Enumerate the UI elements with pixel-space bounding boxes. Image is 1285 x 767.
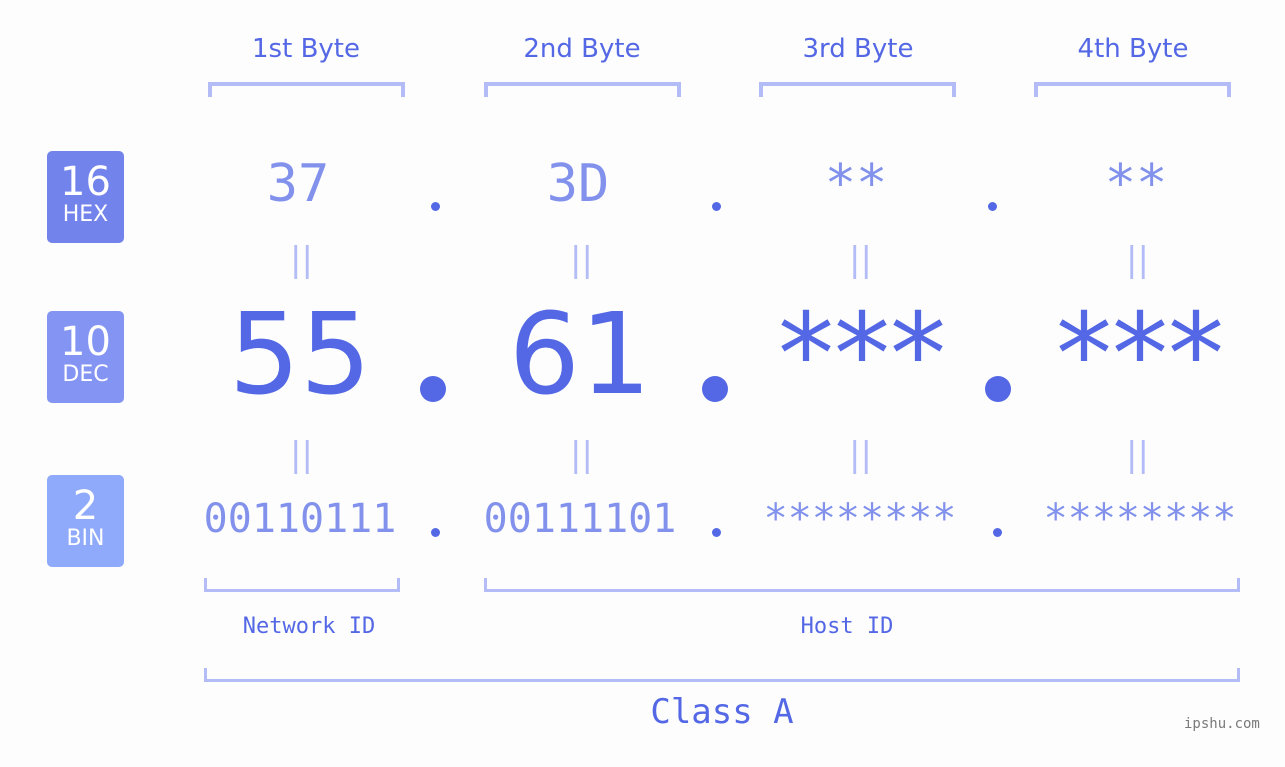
class-label: Class A	[650, 692, 794, 732]
hex-value-1: 37	[266, 154, 330, 214]
dec-badge-number: 10	[60, 319, 111, 365]
watermark: ipshu.com	[1184, 716, 1260, 732]
bin-dot-3	[993, 528, 1002, 537]
hex-badge-label: HEX	[62, 202, 109, 227]
host-id-label: Host ID	[800, 614, 894, 639]
dec-dot-1	[420, 376, 446, 402]
byte-bracket-4	[1034, 82, 1231, 97]
hex-value-3: **	[824, 154, 888, 214]
dec-value-3: ***	[778, 290, 946, 420]
dec-badge: 10 DEC	[47, 311, 124, 403]
bin-value-2: 00111101	[483, 496, 677, 542]
bin-badge-label: BIN	[66, 526, 105, 551]
bin-badge: 2 BIN	[47, 475, 124, 567]
dec-value-4: ***	[1056, 290, 1224, 420]
byte-header-2: 2nd Byte	[523, 34, 641, 64]
bin-value-4: ********	[1043, 496, 1237, 542]
equals-dec-bin-4: ||	[1126, 435, 1149, 475]
dec-value-1: 55	[228, 290, 372, 420]
byte-bracket-1	[208, 82, 405, 97]
network-id-label: Network ID	[242, 614, 376, 639]
byte-bracket-3	[759, 82, 956, 97]
network-id-bracket	[204, 578, 400, 592]
dec-badge-label: DEC	[62, 362, 109, 387]
bin-value-1: 00110111	[203, 496, 397, 542]
hex-badge: 16 HEX	[47, 151, 124, 243]
equals-hex-dec-2: ||	[570, 240, 593, 280]
bin-badge-number: 2	[72, 483, 99, 529]
hex-value-4: **	[1104, 154, 1168, 214]
byte-header-3: 3rd Byte	[802, 34, 914, 64]
bin-dot-2	[712, 528, 721, 537]
equals-hex-dec-4: ||	[1126, 240, 1149, 280]
equals-dec-bin-1: ||	[290, 435, 313, 475]
hex-dot-3	[988, 202, 997, 211]
byte-bracket-2	[484, 82, 681, 97]
dec-dot-3	[985, 376, 1011, 402]
host-id-bracket	[484, 578, 1240, 592]
hex-dot-1	[431, 202, 440, 211]
hex-value-2: 3D	[546, 154, 610, 214]
class-bracket	[204, 668, 1240, 682]
bin-value-3: ********	[763, 496, 957, 542]
equals-hex-dec-1: ||	[290, 240, 313, 280]
dec-value-2: 61	[508, 290, 652, 420]
hex-dot-2	[712, 202, 721, 211]
equals-dec-bin-2: ||	[570, 435, 593, 475]
byte-header-1: 1st Byte	[252, 34, 360, 64]
byte-header-4: 4th Byte	[1077, 34, 1189, 64]
equals-hex-dec-3: ||	[849, 240, 872, 280]
bin-dot-1	[431, 528, 440, 537]
equals-dec-bin-3: ||	[849, 435, 872, 475]
dec-dot-2	[702, 376, 728, 402]
hex-badge-number: 16	[60, 159, 111, 205]
